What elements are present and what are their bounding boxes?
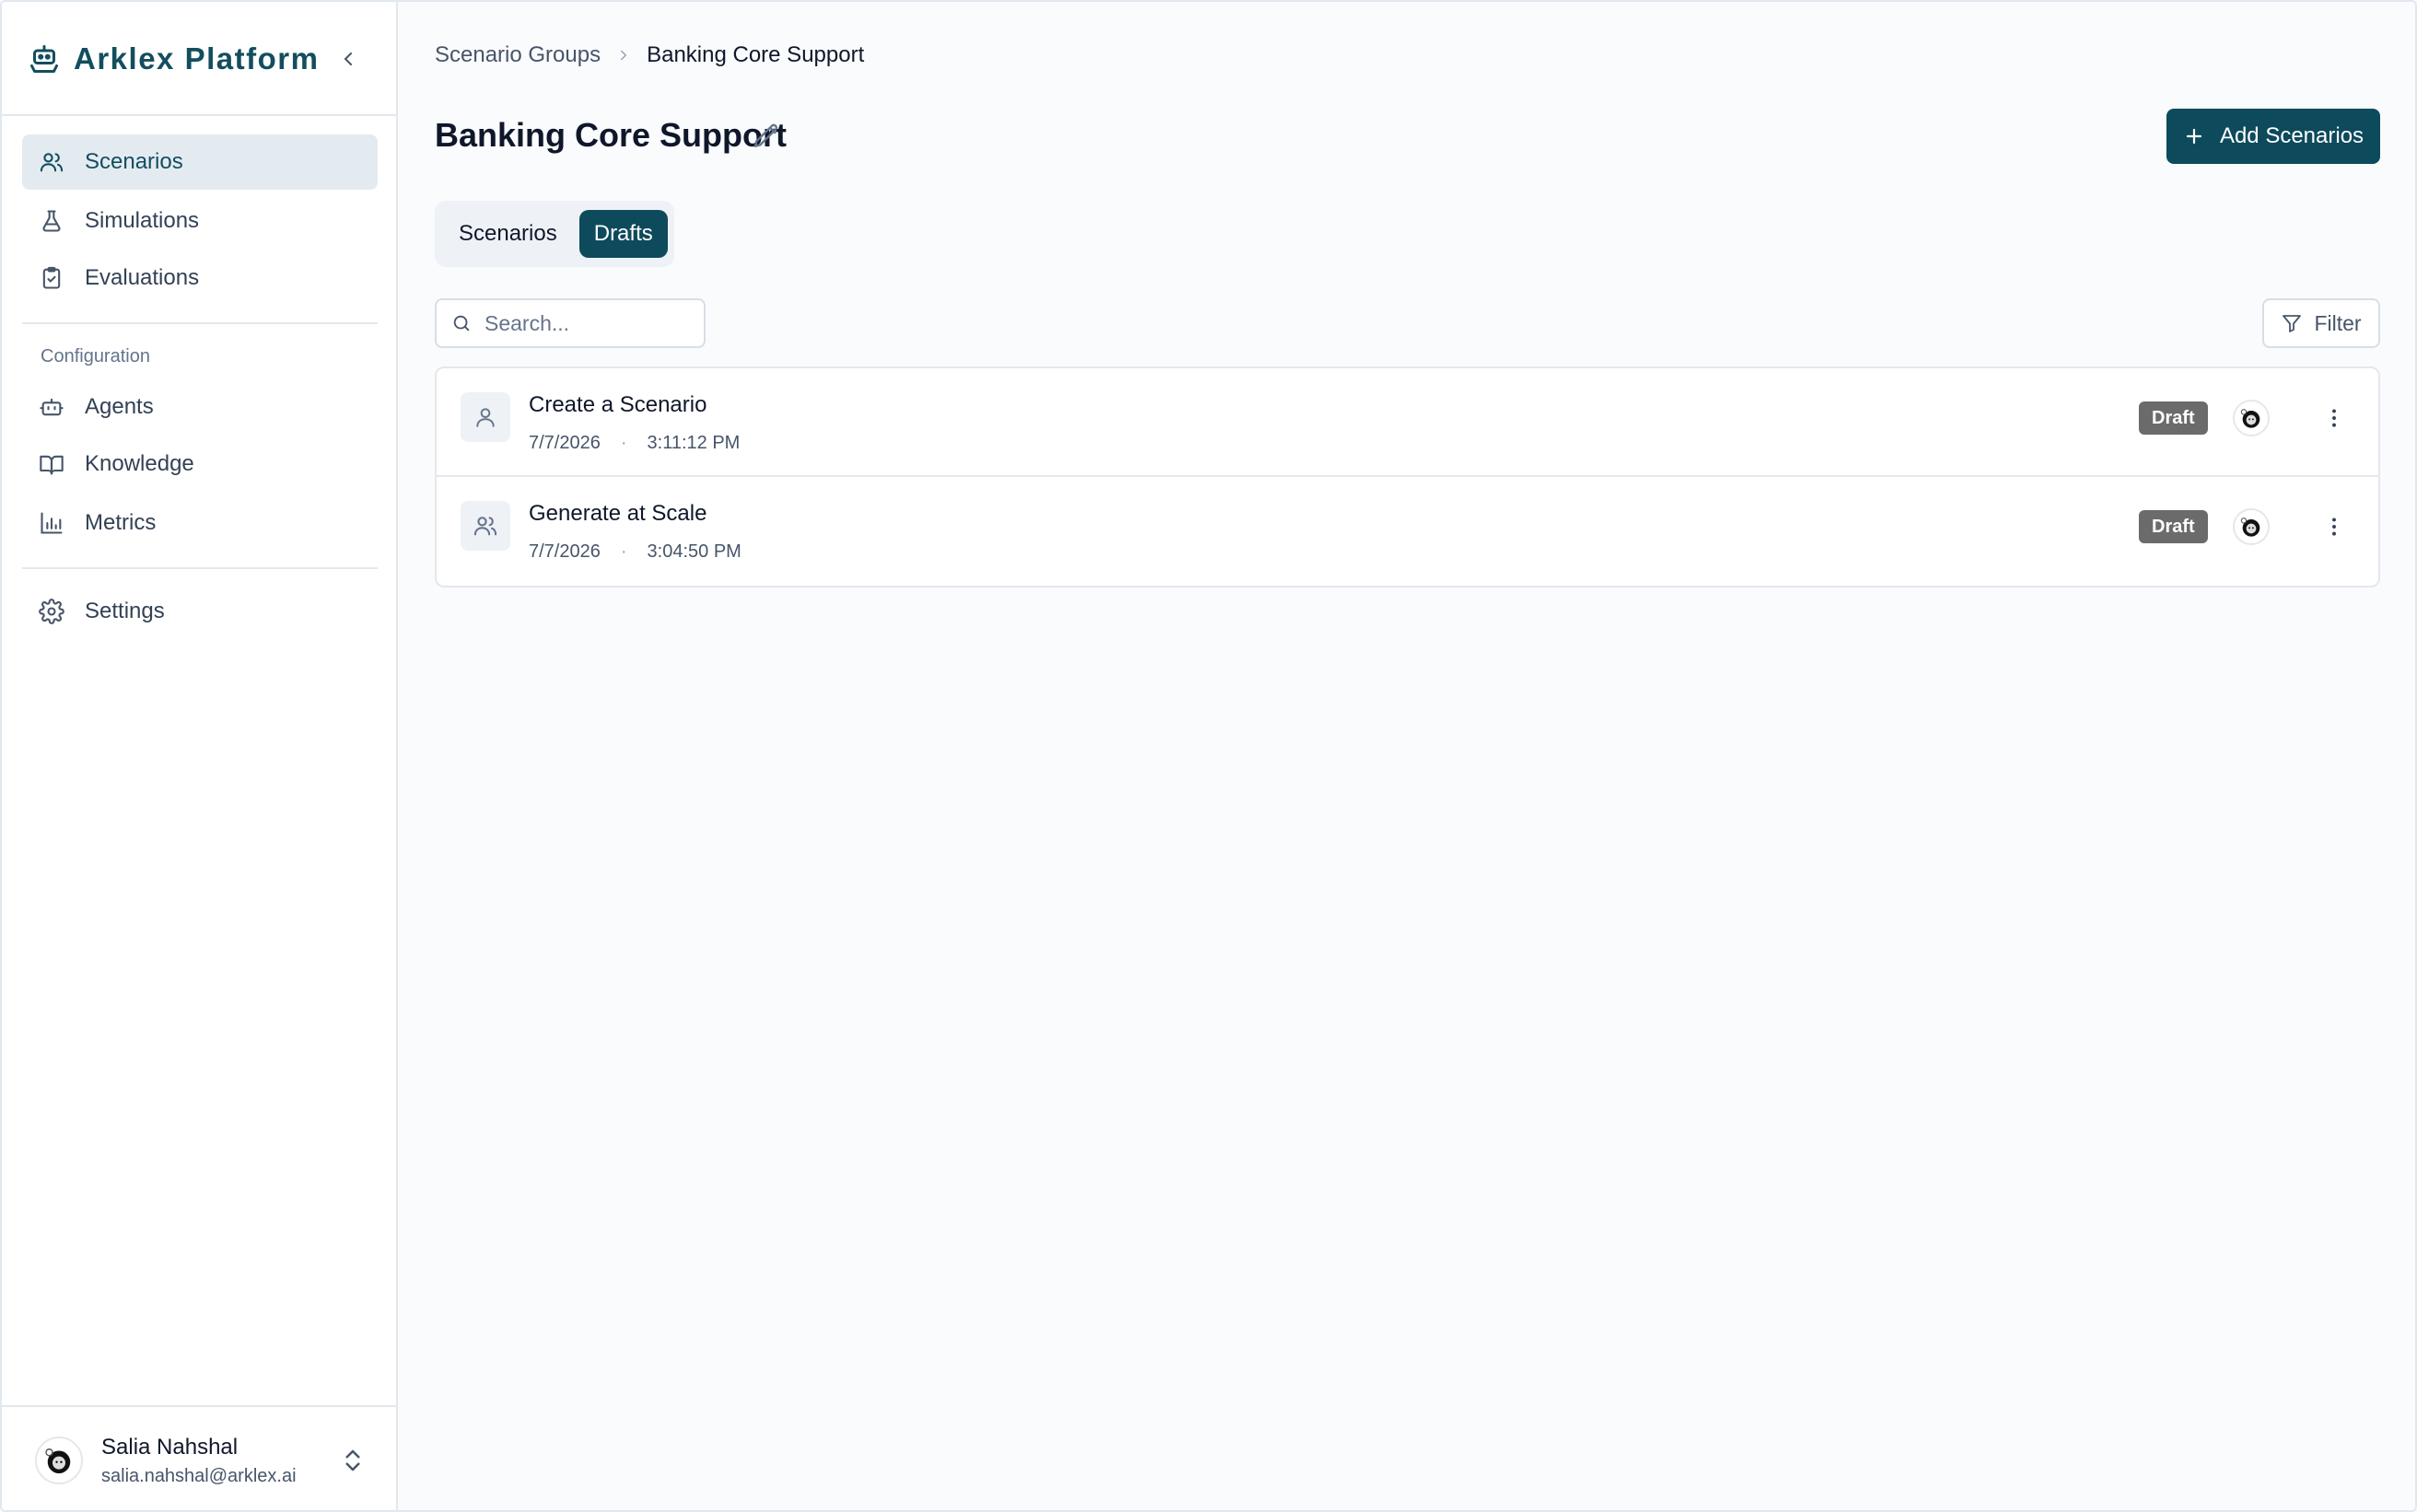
- sidebar-item-label: Knowledge: [85, 451, 194, 476]
- row-title: Generate at Scale: [529, 501, 707, 526]
- brand[interactable]: Arklex Platform: [28, 37, 319, 81]
- page-title: Banking Core Support: [435, 116, 788, 154]
- sidebar-item-agents[interactable]: Agents: [22, 379, 378, 435]
- breadcrumb-link-scenario-groups[interactable]: Scenario Groups: [435, 42, 601, 68]
- sidebar-item-knowledge[interactable]: Knowledge: [22, 436, 378, 492]
- avatar: [35, 1436, 83, 1484]
- more-options-button[interactable]: [2318, 510, 2351, 543]
- chevron-left-icon: [344, 52, 352, 65]
- sidebar-item-metrics[interactable]: Metrics: [22, 495, 378, 551]
- user-avatar-icon: [2240, 409, 2260, 428]
- sidebar: Arklex Platform Scenarios Simulations Ev…: [2, 2, 398, 1510]
- avatar: [2233, 508, 2270, 545]
- breadcrumb: Scenario Groups Banking Core Support: [435, 42, 864, 68]
- tab-group: Scenarios Drafts: [435, 201, 674, 267]
- row-timestamp: 7/7/2026 · 3:04:50 PM: [529, 541, 741, 563]
- row-icon: [461, 501, 510, 551]
- user-menu[interactable]: Salia Nahshal salia.nahshal@arklex.ai: [2, 1405, 396, 1510]
- clipboard-check-icon: [42, 266, 61, 289]
- sidebar-item-evaluations[interactable]: Evaluations: [22, 250, 378, 306]
- book-icon: [40, 455, 64, 475]
- bot-icon: [40, 398, 64, 416]
- user-email: salia.nahshal@arklex.ai: [101, 1465, 297, 1486]
- user-avatar-icon: [45, 1448, 71, 1473]
- sidebar-item-label: Evaluations: [85, 265, 200, 290]
- chevrons-up-down-icon[interactable]: [339, 1444, 367, 1477]
- users-icon: [40, 153, 64, 172]
- more-vertical-icon: [2332, 518, 2336, 536]
- section-label-configuration: Configuration: [41, 346, 150, 366]
- filter-button[interactable]: Filter: [2262, 298, 2380, 348]
- row-time: 3:11:12 PM: [647, 433, 741, 453]
- tab-scenarios[interactable]: Scenarios: [444, 210, 572, 258]
- gear-icon: [39, 599, 64, 624]
- add-scenarios-label: Add Scenarios: [2219, 123, 2364, 148]
- brand-name: Arklex Platform: [74, 41, 320, 76]
- filter-icon: [2283, 315, 2302, 332]
- more-vertical-icon: [2332, 409, 2336, 427]
- search-input[interactable]: [485, 310, 687, 336]
- bar-chart-icon: [41, 512, 63, 534]
- status-badge: Draft: [2139, 401, 2208, 435]
- sidebar-item-label: Agents: [85, 394, 154, 419]
- search-icon: [453, 315, 470, 331]
- drafts-list: Create a Scenario 7/7/2026 · 3:11:12 PM …: [435, 366, 2380, 587]
- sidebar-item-label: Settings: [85, 599, 165, 623]
- sidebar-divider: [22, 567, 378, 569]
- chevron-right-icon: [621, 50, 627, 61]
- status-badge: Draft: [2139, 510, 2208, 543]
- list-item[interactable]: Generate at Scale 7/7/2026 · 3:04:50 PM …: [437, 477, 2378, 586]
- plus-icon: [2186, 128, 2202, 145]
- separator-dot: ·: [620, 541, 627, 562]
- flask-icon: [42, 210, 61, 232]
- row-title: Create a Scenario: [529, 392, 707, 417]
- sidebar-item-simulations[interactable]: Simulations: [22, 193, 378, 249]
- sidebar-divider: [2, 114, 396, 116]
- row-timestamp: 7/7/2026 · 3:11:12 PM: [529, 433, 740, 454]
- add-scenarios-button[interactable]: Add Scenarios: [2166, 109, 2380, 164]
- user-icon: [476, 408, 495, 427]
- users-icon: [473, 517, 497, 536]
- user-name: Salia Nahshal: [101, 1434, 239, 1460]
- sidebar-item-label: Scenarios: [85, 149, 183, 174]
- row-date: 7/7/2026: [529, 433, 601, 453]
- app-window: Arklex Platform Scenarios Simulations Ev…: [0, 0, 2417, 1512]
- tab-drafts[interactable]: Drafts: [578, 210, 668, 258]
- arklex-logo-icon: [30, 45, 58, 73]
- filter-label: Filter: [2314, 310, 2362, 335]
- breadcrumb-current: Banking Core Support: [647, 42, 865, 67]
- list-item[interactable]: Create a Scenario 7/7/2026 · 3:11:12 PM …: [437, 368, 2378, 477]
- more-options-button[interactable]: [2318, 401, 2351, 435]
- search-box: [435, 298, 706, 348]
- collapse-sidebar-button[interactable]: [332, 42, 365, 76]
- separator-dot: ·: [620, 433, 627, 453]
- user-avatar-icon: [2240, 518, 2260, 537]
- row-date: 7/7/2026: [529, 541, 601, 562]
- sidebar-item-label: Simulations: [85, 208, 200, 233]
- sidebar-item-label: Metrics: [85, 510, 157, 535]
- row-icon: [461, 392, 510, 442]
- sidebar-divider: [22, 322, 378, 324]
- avatar: [2233, 400, 2270, 436]
- sidebar-item-scenarios[interactable]: Scenarios: [22, 134, 378, 190]
- pencil-icon[interactable]: [752, 122, 781, 151]
- row-time: 3:04:50 PM: [647, 541, 741, 562]
- sidebar-item-settings[interactable]: Settings: [22, 584, 378, 639]
